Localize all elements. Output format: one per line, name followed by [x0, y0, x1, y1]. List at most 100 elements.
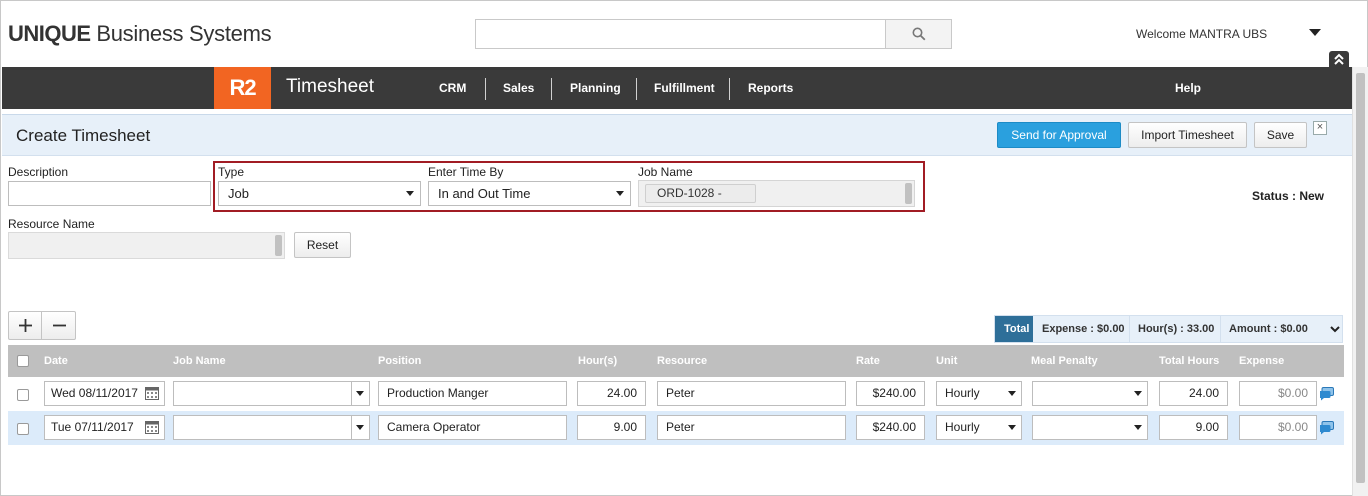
resource-name-multiselect[interactable] — [8, 232, 285, 259]
company-logo: UNIQUE Business Systems — [8, 21, 272, 47]
amount-total: Amount : $0.00 — [1229, 323, 1308, 335]
caret-down-icon — [1134, 425, 1142, 430]
total-hours-field[interactable]: 9.00 — [1159, 415, 1228, 440]
logo-bold: UNIQUE — [8, 21, 91, 46]
nav-divider — [636, 78, 637, 100]
search-button[interactable] — [885, 20, 951, 48]
table-row[interactable]: Tue 07/11/2017 Camera Operator 9.00 Pete… — [8, 411, 1344, 445]
row-checkbox[interactable] — [17, 389, 29, 401]
nav-item-crm[interactable]: CRM — [439, 81, 466, 95]
column-header-position[interactable]: Position — [378, 355, 421, 367]
caret-down-icon — [356, 425, 364, 430]
hours-field[interactable]: 9.00 — [577, 415, 646, 440]
comment-icon[interactable] — [1319, 387, 1334, 401]
job-name-multiselect[interactable]: ORD-1028 - — [638, 180, 915, 207]
import-timesheet-button[interactable]: Import Timesheet — [1128, 122, 1247, 148]
welcome-text: Welcome MANTRA UBS — [1136, 27, 1268, 41]
user-menu-caret-icon[interactable] — [1309, 29, 1321, 36]
description-field[interactable] — [8, 181, 211, 206]
meal-penalty-select[interactable] — [1032, 415, 1148, 440]
hours-total: Hour(s) : 33.00 — [1138, 323, 1215, 335]
totals-bar: Total Expense : $0.00 Hour(s) : 33.00 Am… — [994, 315, 1343, 343]
rate-field[interactable]: $240.00 — [856, 415, 925, 440]
caret-down-icon — [356, 391, 364, 396]
remove-row-button[interactable] — [43, 312, 76, 339]
totals-tab[interactable]: Total — [995, 316, 1033, 342]
caret-down-icon — [1008, 391, 1016, 396]
type-label: Type — [218, 165, 245, 179]
nav-item-planning[interactable]: Planning — [570, 81, 621, 95]
row-checkbox[interactable] — [17, 423, 29, 435]
column-header-date[interactable]: Date — [44, 355, 68, 367]
column-header-expense[interactable]: Expense — [1239, 355, 1284, 367]
app-window: UNIQUE Business Systems Welcome MANTRA U… — [0, 0, 1368, 496]
calendar-icon[interactable] — [145, 421, 159, 434]
unit-select[interactable]: Hourly — [936, 415, 1022, 440]
reset-button[interactable]: Reset — [294, 232, 351, 258]
send-for-approval-button[interactable]: Send for Approval — [997, 122, 1121, 148]
expense-total: Expense : $0.00 — [1042, 323, 1125, 335]
enter-time-by-value: In and Out Time — [438, 186, 531, 201]
column-header-job-name[interactable]: Job Name — [173, 355, 226, 367]
expand-totals-button[interactable] — [1328, 316, 1342, 342]
scrollbar-thumb[interactable] — [1356, 73, 1365, 483]
hours-field[interactable]: 24.00 — [577, 381, 646, 406]
rate-field[interactable]: $240.00 — [856, 381, 925, 406]
column-header-total-hours[interactable]: Total Hours — [1159, 355, 1219, 367]
minus-icon — [53, 324, 66, 327]
caret-down-icon — [406, 191, 414, 196]
app-title: Timesheet — [286, 76, 374, 97]
job-name-dropdown-button[interactable] — [351, 382, 369, 405]
search-input[interactable] — [476, 20, 885, 48]
unit-value: Hourly — [945, 386, 980, 400]
date-field[interactable]: Tue 07/11/2017 — [44, 415, 165, 440]
unit-value: Hourly — [945, 420, 980, 434]
unit-select[interactable]: Hourly — [936, 381, 1022, 406]
enter-time-by-label: Enter Time By — [428, 165, 504, 179]
resource-field[interactable]: Peter — [657, 415, 846, 440]
table-row[interactable]: Wed 08/11/2017 Production Manger 24.00 P… — [8, 377, 1344, 411]
job-name-chip[interactable]: ORD-1028 - — [645, 184, 756, 203]
resource-name-scrollbar[interactable] — [275, 235, 282, 256]
chevron-down-icon — [1330, 326, 1340, 333]
calendar-icon[interactable] — [145, 387, 159, 400]
column-header-rate[interactable]: Rate — [856, 355, 880, 367]
close-icon[interactable]: × — [1313, 121, 1327, 135]
nav-divider — [485, 78, 486, 100]
date-field[interactable]: Wed 08/11/2017 — [44, 381, 165, 406]
column-header-meal-penalty[interactable]: Meal Penalty — [1031, 355, 1098, 367]
position-field[interactable]: Camera Operator — [378, 415, 567, 440]
nav-item-reports[interactable]: Reports — [748, 81, 793, 95]
comment-icon[interactable] — [1319, 421, 1334, 435]
column-header-hours[interactable]: Hour(s) — [578, 355, 617, 367]
collapse-header-button[interactable] — [1329, 51, 1349, 68]
nav-item-sales[interactable]: Sales — [503, 81, 534, 95]
enter-time-by-select[interactable]: In and Out Time — [428, 181, 631, 206]
meal-penalty-select[interactable] — [1032, 381, 1148, 406]
page-scrollbar[interactable] — [1352, 67, 1368, 496]
search-icon — [912, 27, 926, 41]
add-row-button[interactable] — [9, 312, 42, 339]
job-name-combo[interactable] — [173, 415, 370, 440]
nav-item-help[interactable]: Help — [1175, 81, 1201, 95]
page-header-bar: Create Timesheet Send for Approval Impor… — [2, 114, 1352, 156]
caret-down-icon — [1008, 425, 1016, 430]
main-navbar: R2 Timesheet CRM Sales Planning Fulfillm… — [2, 67, 1352, 109]
global-search — [475, 19, 952, 49]
double-chevron-up-icon — [1334, 53, 1344, 65]
select-all-checkbox[interactable] — [17, 355, 29, 367]
type-select[interactable]: Job — [218, 181, 421, 206]
job-name-dropdown-button[interactable] — [351, 416, 369, 439]
logo-rest: Business Systems — [90, 21, 272, 46]
position-field[interactable]: Production Manger — [378, 381, 567, 406]
save-button[interactable]: Save — [1254, 122, 1307, 148]
column-header-unit[interactable]: Unit — [936, 355, 957, 367]
description-label: Description — [8, 165, 69, 179]
job-name-scrollbar[interactable] — [905, 183, 912, 204]
total-hours-field[interactable]: 24.00 — [1159, 381, 1228, 406]
nav-item-fulfillment[interactable]: Fulfillment — [654, 81, 715, 95]
job-name-combo[interactable] — [173, 381, 370, 406]
resource-field[interactable]: Peter — [657, 381, 846, 406]
date-value: Tue 07/11/2017 — [51, 420, 134, 434]
column-header-resource[interactable]: Resource — [657, 355, 707, 367]
